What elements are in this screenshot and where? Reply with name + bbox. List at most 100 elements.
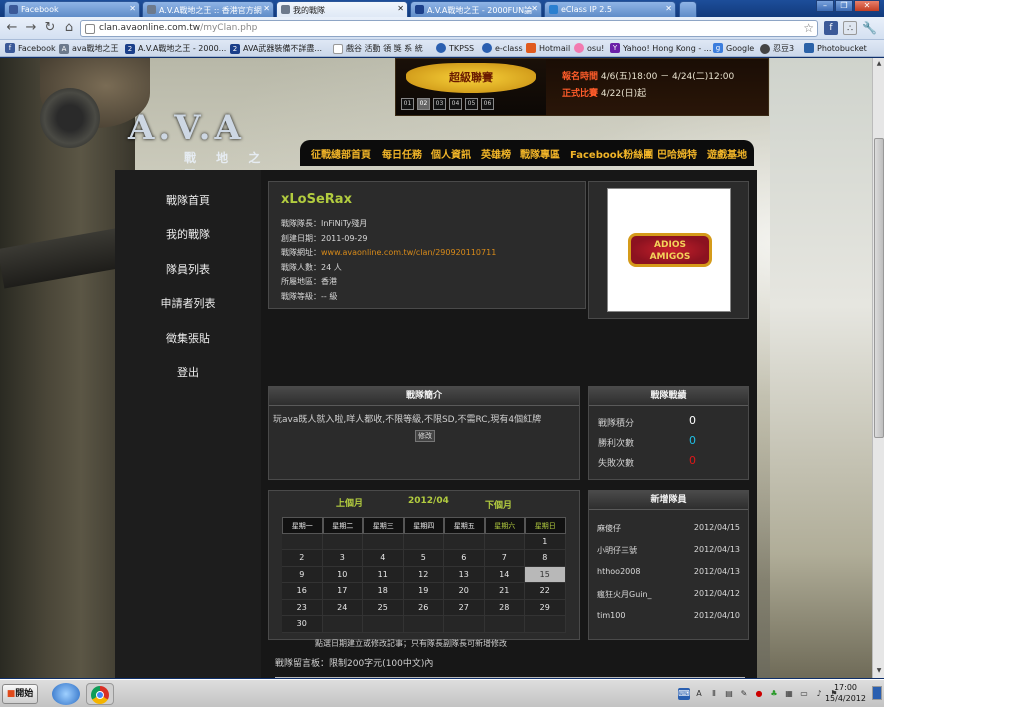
calendar-day[interactable]: 30 xyxy=(282,616,323,633)
bookmark-item[interactable]: Y Yahoo! Hong Kong - ... xyxy=(610,43,711,53)
bookmark-item[interactable]: f Facebook xyxy=(5,43,56,53)
banner-page-button[interactable]: 05 xyxy=(465,98,478,110)
bookmark-item[interactable]: 戲谷 活動 領 獎 系 統 xyxy=(333,43,423,54)
bookmark-item[interactable]: Hotmail xyxy=(526,43,570,53)
ime-icon[interactable]: Ⅱ xyxy=(708,688,720,700)
banner-page-button[interactable]: 01 xyxy=(401,98,414,110)
member-name[interactable]: hthoo2008 xyxy=(597,567,640,576)
calendar-day[interactable]: 14 xyxy=(484,566,525,583)
calendar-day[interactable]: 6 xyxy=(444,550,485,567)
close-icon[interactable]: ✕ xyxy=(397,4,404,13)
nav-link-gamebase[interactable]: 遊戲基地 xyxy=(707,146,747,161)
sidebar-item-recruit[interactable]: 徵集張貼 xyxy=(115,330,261,346)
nav-link-facebook[interactable]: Facebook粉絲團 xyxy=(570,146,653,161)
sidebar-item-clan-home[interactable]: 戰隊首頁 xyxy=(115,192,261,208)
record-icon[interactable]: ● xyxy=(753,688,765,700)
calendar-day[interactable]: 12 xyxy=(403,566,444,583)
nav-link-bahamut[interactable]: 巴哈姆特 xyxy=(657,146,697,161)
clan-url-link[interactable]: www.avaonline.com.tw/clan/290920110711 xyxy=(321,248,496,257)
extension-icon[interactable]: ∴ xyxy=(843,21,857,35)
bookmark-star-icon[interactable]: ☆ xyxy=(803,21,814,35)
calendar-day[interactable]: 26 xyxy=(403,599,444,616)
ava-logo[interactable]: A.V.A 戰 地 之 王 xyxy=(128,108,293,182)
calendar-day[interactable]: 21 xyxy=(484,583,525,600)
sidebar-item-logout[interactable]: 登出 xyxy=(115,364,261,380)
calendar-day[interactable]: 20 xyxy=(444,583,485,600)
new-tab-button[interactable] xyxy=(679,1,697,17)
calendar-day[interactable]: 16 xyxy=(282,583,323,600)
scroll-down-icon[interactable]: ▼ xyxy=(874,666,884,676)
sidebar-item-members[interactable]: 隊員列表 xyxy=(115,261,261,277)
calendar-day[interactable]: 18 xyxy=(363,583,404,600)
message-board-input[interactable] xyxy=(275,677,745,678)
language-icon[interactable]: A xyxy=(693,688,705,700)
home-icon[interactable]: ⌂ xyxy=(61,20,77,36)
calendar-day[interactable]: 17 xyxy=(322,583,363,600)
bookmark-item[interactable]: 2 A.V.A戰地之王 - 2000... xyxy=(125,43,226,54)
calendar-day[interactable]: 23 xyxy=(282,599,323,616)
wrench-icon[interactable]: 🔧 xyxy=(862,21,877,35)
calendar-day[interactable]: 19 xyxy=(403,583,444,600)
close-icon[interactable]: ✕ xyxy=(129,4,136,13)
prev-month-link[interactable]: 上個月 xyxy=(336,496,363,509)
forward-icon[interactable]: → xyxy=(23,20,39,36)
chrome-icon[interactable] xyxy=(86,683,114,705)
calendar-day[interactable]: 7 xyxy=(484,550,525,567)
scroll-up-icon[interactable]: ▲ xyxy=(874,59,884,69)
display-icon[interactable]: ▭ xyxy=(798,688,810,700)
back-icon[interactable]: ← xyxy=(4,20,20,36)
maximize-icon[interactable]: ❐ xyxy=(835,0,853,12)
next-month-link[interactable]: 下個月 xyxy=(485,498,512,511)
minimize-icon[interactable]: – xyxy=(816,0,834,12)
address-bar[interactable]: clan.avaonline.com.tw/myClan.php ☆ xyxy=(80,20,818,37)
member-name[interactable]: tim100 xyxy=(597,611,625,620)
calendar-day[interactable]: 11 xyxy=(363,566,404,583)
calendar-day[interactable]: 29 xyxy=(525,599,566,616)
calendar-day[interactable]: 5 xyxy=(403,550,444,567)
tab-facebook[interactable]: Facebook ✕ xyxy=(4,1,140,17)
notepad-icon[interactable]: ▤ xyxy=(723,688,735,700)
member-name[interactable]: 小明仔三號 xyxy=(597,545,637,556)
system-clock[interactable]: 17:00 15/4/2012 xyxy=(825,682,866,704)
event-banner[interactable]: 超級聯賽 01 02 03 04 05 06 報名時間 4/6(五)18:00 … xyxy=(395,58,769,116)
bookmark-item[interactable]: e-class xyxy=(482,43,523,53)
close-icon[interactable]: ✕ xyxy=(531,4,538,13)
facebook-icon[interactable]: f xyxy=(824,21,838,35)
sidebar-item-applicants[interactable]: 申請者列表 xyxy=(115,295,261,311)
close-icon[interactable]: ✕ xyxy=(263,4,270,13)
bookmark-item[interactable]: 忍豆3 xyxy=(760,43,794,54)
green-app-icon[interactable]: ♣ xyxy=(768,688,780,700)
vertical-scrollbar[interactable]: ▲ ▼ xyxy=(872,58,884,678)
banner-page-button[interactable]: 03 xyxy=(433,98,446,110)
calendar-day[interactable]: 27 xyxy=(444,599,485,616)
volume-icon[interactable]: ♪ xyxy=(813,688,825,700)
show-desktop-button[interactable] xyxy=(872,686,882,700)
bookmark-item[interactable]: Aava戰地之王 xyxy=(59,43,119,54)
nav-link-clan[interactable]: 戰隊專區 xyxy=(520,146,560,161)
calendar-day[interactable]: 24 xyxy=(322,599,363,616)
calendar-day[interactable]: 4 xyxy=(363,550,404,567)
tab-my-clan[interactable]: 我的戰隊 ✕ xyxy=(276,1,408,17)
sidebar-item-my-clan[interactable]: 我的戰隊 xyxy=(115,226,261,242)
keyboard-icon[interactable]: ⌨ xyxy=(678,688,690,700)
close-window-icon[interactable]: ✕ xyxy=(854,0,880,12)
tab-ava-hk[interactable]: A.V.A戰地之王 :: 香港官方網 ✕ xyxy=(142,1,274,17)
bookmark-item[interactable]: Photobucket xyxy=(804,43,867,53)
calendar-day[interactable]: 28 xyxy=(484,599,525,616)
calendar-day[interactable]: 9 xyxy=(282,566,323,583)
nav-link-daily[interactable]: 每日任務 xyxy=(382,146,422,161)
itunes-icon[interactable] xyxy=(52,683,80,705)
bookmark-item[interactable]: g Google xyxy=(713,43,754,53)
banner-page-button[interactable]: 06 xyxy=(481,98,494,110)
bookmark-item[interactable]: 2 AVA武器裝備不詳盡... xyxy=(230,43,322,54)
calendar-day[interactable]: 10 xyxy=(322,566,363,583)
bookmark-item[interactable]: osu! xyxy=(574,43,604,53)
banner-page-button[interactable]: 02 xyxy=(417,98,430,110)
calendar-day[interactable]: 15 xyxy=(525,566,566,583)
calendar-day[interactable]: 8 xyxy=(525,550,566,567)
member-name[interactable]: 瘋狂火月Guin_ xyxy=(597,589,652,600)
scrollbar-thumb[interactable] xyxy=(874,138,884,438)
member-name[interactable]: 麻傻仔 xyxy=(597,523,621,534)
nav-link-hq[interactable]: 征戰總部首頁 xyxy=(311,146,371,161)
tab-2000fun[interactable]: A.V.A戰地之王 - 2000FUN論 ✕ xyxy=(410,1,542,17)
